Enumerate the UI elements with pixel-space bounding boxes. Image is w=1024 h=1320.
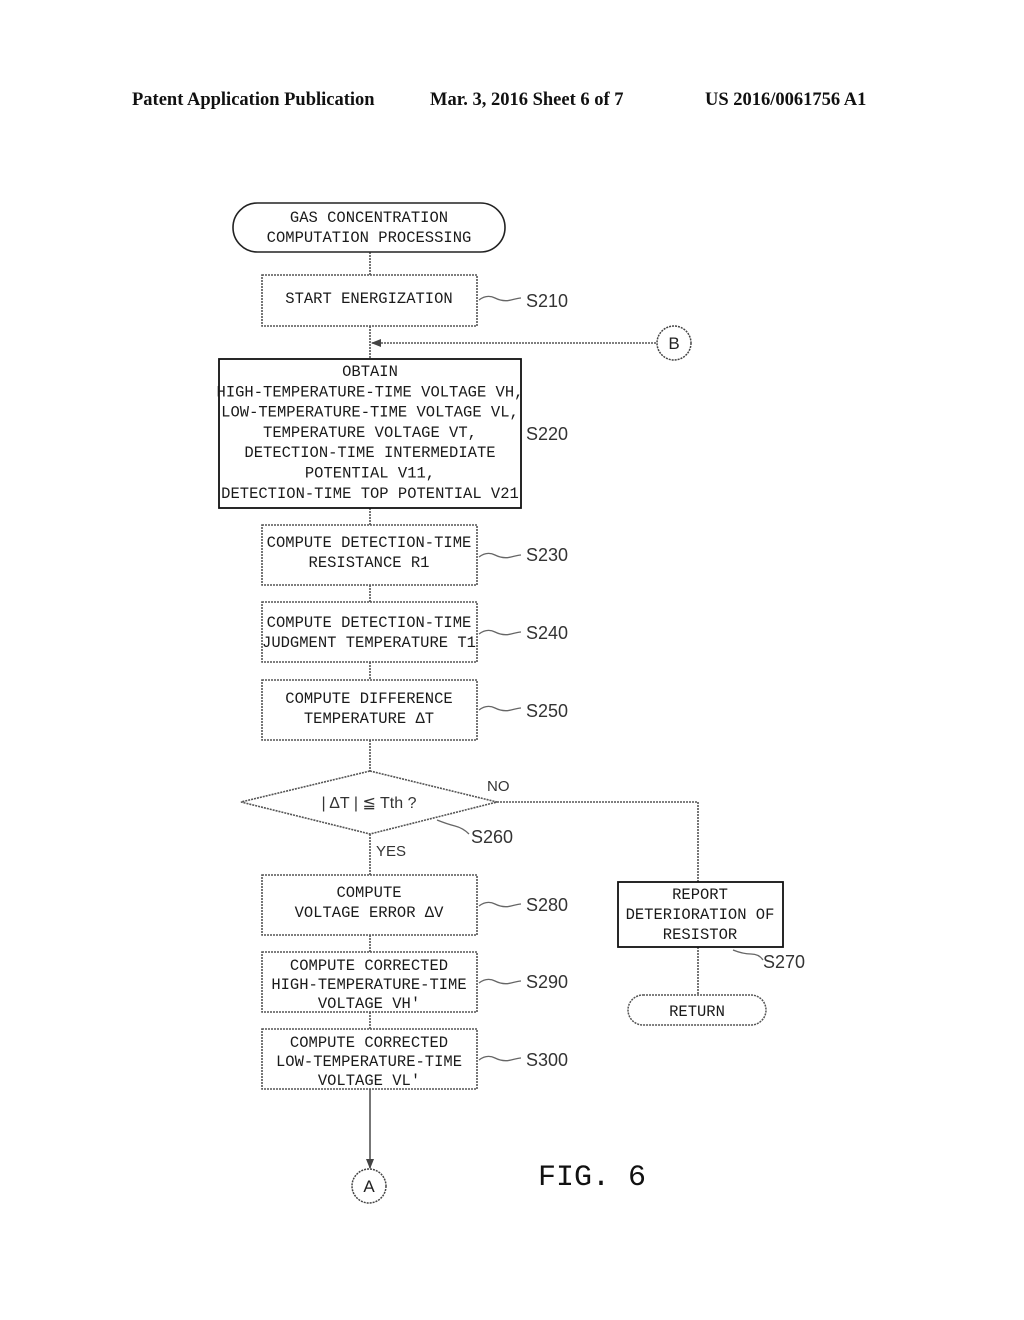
- text-line: COMPUTE: [336, 884, 401, 902]
- leader-s260: [436, 819, 470, 835]
- return-text: RETURN: [669, 1003, 725, 1021]
- leader-s250: [478, 705, 522, 712]
- text-line: REPORT: [672, 886, 728, 904]
- text-line: JUDGMENT TEMPERATURE T1: [262, 634, 476, 652]
- step-label-s230: S230: [526, 545, 568, 565]
- step-label-s240: S240: [526, 623, 568, 643]
- text-line: TEMPERATURE ΔT: [304, 710, 434, 728]
- step-label-s280: S280: [526, 895, 568, 915]
- decision-s260: | ΔT | ≦ Tth ?: [240, 770, 498, 835]
- step-label-s210: S210: [526, 291, 568, 311]
- figure-label: FIG. 6: [538, 1161, 646, 1195]
- text-line: HIGH-TEMPERATURE-TIME: [271, 976, 466, 994]
- start-terminator: GAS CONCENTRATION COMPUTATION PROCESSING: [232, 202, 506, 253]
- line-s260-no: [497, 801, 699, 882]
- text-line: RESISTOR: [663, 926, 737, 944]
- step-s300-box: COMPUTE CORRECTED LOW-TEMPERATURE-TIME VOL…: [261, 1028, 478, 1090]
- decision-s260-text: | ΔT | ≦ Tth ?: [322, 795, 417, 812]
- text-line: LOW-TEMPERATURE-TIME VOLTAGE VL,: [221, 404, 519, 422]
- leader-s210: [478, 295, 522, 302]
- leader-s280: [478, 901, 522, 908]
- connector-b-label: B: [668, 334, 679, 353]
- step-label-s260: S260: [471, 827, 513, 847]
- text-line: VOLTAGE VH': [318, 995, 420, 1013]
- text-line: VOLTAGE VL': [318, 1072, 420, 1090]
- leader-s270: [732, 949, 764, 961]
- text-line: COMPUTE DETECTION-TIME: [267, 614, 472, 632]
- step-s290-box: COMPUTE CORRECTED HIGH-TEMPERATURE-TIME VO…: [261, 951, 478, 1013]
- step-label-s250: S250: [526, 701, 568, 721]
- leader-s290: [478, 978, 522, 985]
- return-terminator: RETURN: [627, 994, 767, 1026]
- text-line: LOW-TEMPERATURE-TIME: [276, 1053, 462, 1071]
- text-line: COMPUTE DETECTION-TIME: [267, 534, 472, 552]
- text-line: HIGH-TEMPERATURE-TIME VOLTAGE VH,: [217, 383, 524, 401]
- text-line: COMPUTE DIFFERENCE: [285, 690, 452, 708]
- text-line: TEMPERATURE VOLTAGE VT,: [263, 424, 477, 442]
- text-line: DETECTION-TIME TOP POTENTIAL V21: [221, 485, 519, 503]
- step-label-s290: S290: [526, 972, 568, 992]
- leader-s230: [478, 552, 522, 559]
- leader-s240: [478, 629, 522, 636]
- text-line: POTENTIAL V11,: [305, 465, 435, 483]
- step-s230-box: COMPUTE DETECTION-TIME RESISTANCE R1: [261, 524, 478, 586]
- step-s210-text: START ENERGIZATION: [285, 290, 452, 308]
- text-line: DETECTION-TIME INTERMEDIATE: [244, 444, 495, 462]
- step-s220-box: OBTAIN HIGH-TEMPERATURE-TIME VOLTAGE VH, L…: [217, 358, 524, 509]
- decision-no-label: NO: [487, 778, 510, 795]
- step-s270-box: REPORT DETERIORATION OF RESISTOR: [617, 881, 784, 948]
- text-line: COMPUTE CORRECTED: [290, 957, 448, 975]
- decision-yes-label: YES: [376, 843, 406, 860]
- text-line: RESISTANCE R1: [309, 554, 430, 572]
- text-line: COMPUTE CORRECTED: [290, 1034, 448, 1052]
- text-line: OBTAIN: [342, 363, 398, 381]
- text-line: VOLTAGE ERROR ΔV: [295, 904, 445, 922]
- text-line: START ENERGIZATION: [285, 290, 452, 308]
- text-line: GAS CONCENTRATION: [290, 209, 448, 227]
- step-s240-box: COMPUTE DETECTION-TIME JUDGMENT TEMPERATU…: [261, 601, 478, 663]
- step-label-s270: S270: [763, 952, 805, 972]
- text-line: | ΔT | ≦ Tth ?: [322, 795, 417, 812]
- step-s210-box: START ENERGIZATION: [261, 274, 478, 327]
- connector-a: A: [351, 1168, 387, 1204]
- step-s280-box: COMPUTE VOLTAGE ERROR ΔV: [261, 874, 478, 936]
- step-label-s220: S220: [526, 424, 568, 444]
- connector-a-label: A: [363, 1177, 375, 1196]
- flowchart: GAS CONCENTRATION COMPUTATION PROCESSING …: [217, 202, 805, 1204]
- leader-s300: [478, 1055, 522, 1062]
- step-s250-box: COMPUTE DIFFERENCE TEMPERATURE ΔT: [261, 679, 478, 741]
- step-label-s300: S300: [526, 1050, 568, 1070]
- text-line: DETERIORATION OF: [626, 906, 775, 924]
- text-line: COMPUTATION PROCESSING: [267, 229, 472, 247]
- text-line: RETURN: [669, 1003, 725, 1021]
- connector-b: B: [656, 325, 692, 361]
